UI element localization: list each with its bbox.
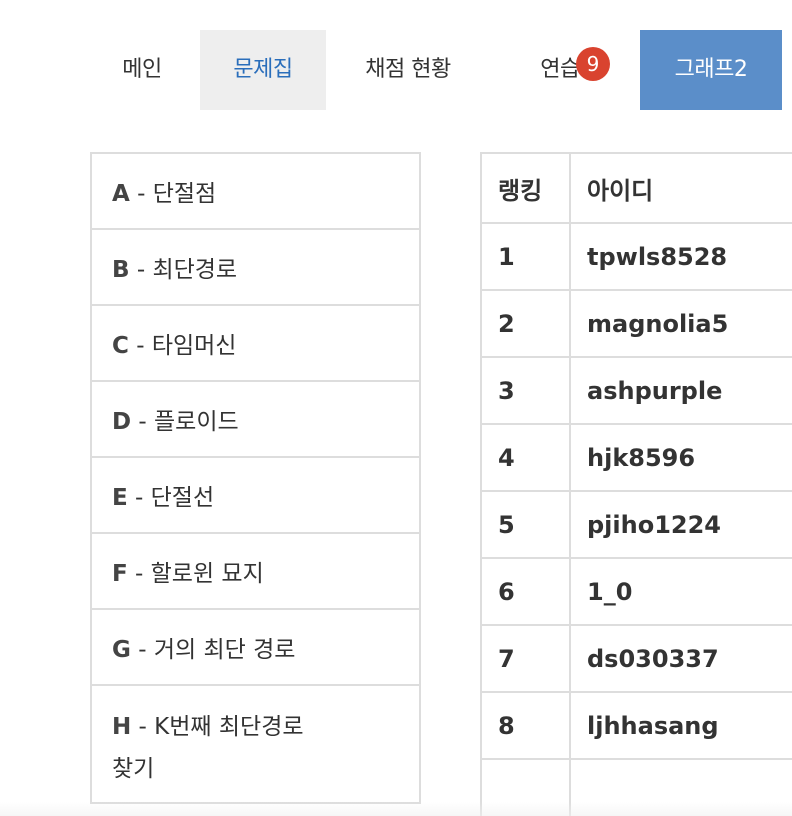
user-id-cell[interactable]: pjiho1224 — [569, 490, 792, 559]
problem-title: 단절선 — [150, 485, 215, 511]
table-row: 7 ds030337 — [480, 624, 792, 693]
ranking-header-row: 랭킹 아이디 — [480, 152, 792, 224]
problem-item-a[interactable]: A - 단절점 — [92, 154, 419, 228]
ranking-table: 랭킹 아이디 1 tpwls8528 2 magnolia5 3 ashpurp… — [480, 152, 792, 816]
table-row: 1 tpwls8528 — [480, 222, 792, 291]
practice-count-badge: 9 — [576, 47, 610, 81]
problem-title: 최단경로 — [152, 257, 238, 283]
table-row — [480, 758, 792, 816]
problem-letter: E — [112, 485, 128, 511]
user-id-cell[interactable]: 1_0 — [569, 557, 792, 626]
problem-label: E - 단절선 — [112, 478, 352, 512]
table-row: 6 1_0 — [480, 557, 792, 626]
rank-cell: 8 — [480, 691, 571, 760]
user-id-cell[interactable]: ds030337 — [569, 624, 792, 693]
user-id-cell[interactable]: magnolia5 — [569, 289, 792, 358]
problem-separator: - — [129, 181, 153, 207]
problem-separator: - — [131, 714, 155, 740]
problem-list: A - 단절점 B - 최단경로 C - 타임머신 D - 플로이드 E - 단… — [90, 152, 421, 804]
problem-title: 타임머신 — [151, 333, 237, 359]
problem-letter: B — [112, 257, 130, 283]
ranking-table-header: 랭킹 아이디 — [480, 152, 792, 224]
user-id-cell[interactable]: hjk8596 — [569, 423, 792, 492]
problem-title: 플로이드 — [154, 409, 239, 435]
problem-item-e[interactable]: E - 단절선 — [92, 456, 419, 532]
rank-cell: 2 — [480, 289, 571, 358]
problem-separator: - — [127, 561, 151, 587]
table-row: 5 pjiho1224 — [480, 490, 792, 559]
user-id-cell[interactable]: ashpurple — [569, 356, 792, 425]
nav-tab-status[interactable]: 채점 현황 — [345, 30, 471, 110]
rank-cell: 1 — [480, 222, 571, 291]
problem-label: H - K번째 최단경로 찾기 — [112, 706, 352, 790]
user-id-cell[interactable] — [569, 758, 792, 816]
problem-title: 거의 최단 경로 — [153, 637, 296, 663]
problem-label: F - 할로윈 묘지 — [112, 554, 352, 588]
problem-separator: - — [128, 333, 152, 359]
problem-letter: C — [112, 333, 129, 359]
table-row: 3 ashpurple — [480, 356, 792, 425]
nav-tab-problems[interactable]: 문제집 — [200, 30, 326, 110]
problem-item-d[interactable]: D - 플로이드 — [92, 380, 419, 456]
problem-letter: G — [112, 637, 131, 663]
problem-separator: - — [127, 485, 151, 511]
problem-item-f[interactable]: F - 할로윈 묘지 — [92, 532, 419, 608]
problem-item-g[interactable]: G - 거의 최단 경로 — [92, 608, 419, 684]
top-nav: 메인 문제집 채점 현황 연습 9 그래프2 — [0, 30, 792, 110]
table-row: 2 magnolia5 — [480, 289, 792, 358]
problem-letter: H — [112, 714, 132, 740]
problem-label: B - 최단경로 — [112, 250, 352, 284]
user-id-cell[interactable]: ljhhasang — [569, 691, 792, 760]
ranking-table-body: 1 tpwls8528 2 magnolia5 3 ashpurple 4 hj… — [480, 222, 792, 816]
nav-tab-main[interactable]: 메인 — [100, 30, 184, 110]
problem-letter: D — [112, 409, 132, 435]
problem-letter: F — [112, 561, 128, 587]
problem-label: C - 타임머신 — [112, 326, 352, 360]
problem-letter: A — [112, 181, 130, 207]
user-id-cell[interactable]: tpwls8528 — [569, 222, 792, 291]
problem-separator: - — [131, 409, 155, 435]
problem-item-b[interactable]: B - 최단경로 — [92, 228, 419, 304]
column-header-id: 아이디 — [569, 152, 792, 224]
problem-label: D - 플로이드 — [112, 402, 352, 436]
table-row: 4 hjk8596 — [480, 423, 792, 492]
problem-label: A - 단절점 — [112, 174, 352, 208]
table-row: 8 ljhhasang — [480, 691, 792, 760]
problem-title: 단절점 — [152, 181, 217, 207]
problem-title: 할로윈 묘지 — [150, 561, 264, 587]
rank-cell: 6 — [480, 557, 571, 626]
problem-label: G - 거의 최단 경로 — [112, 630, 352, 664]
problem-separator: - — [129, 257, 153, 283]
problem-item-c[interactable]: C - 타임머신 — [92, 304, 419, 380]
page: 메인 문제집 채점 현황 연습 9 그래프2 A - 단절점 B - 최단경로 … — [0, 0, 792, 816]
problem-separator: - — [130, 637, 154, 663]
rank-cell — [480, 758, 571, 816]
rank-cell: 7 — [480, 624, 571, 693]
rank-cell: 4 — [480, 423, 571, 492]
column-header-rank: 랭킹 — [480, 152, 571, 224]
rank-cell: 5 — [480, 490, 571, 559]
nav-tab-graph2[interactable]: 그래프2 — [640, 30, 782, 110]
problem-item-h[interactable]: H - K번째 최단경로 찾기 — [92, 684, 419, 802]
rank-cell: 3 — [480, 356, 571, 425]
